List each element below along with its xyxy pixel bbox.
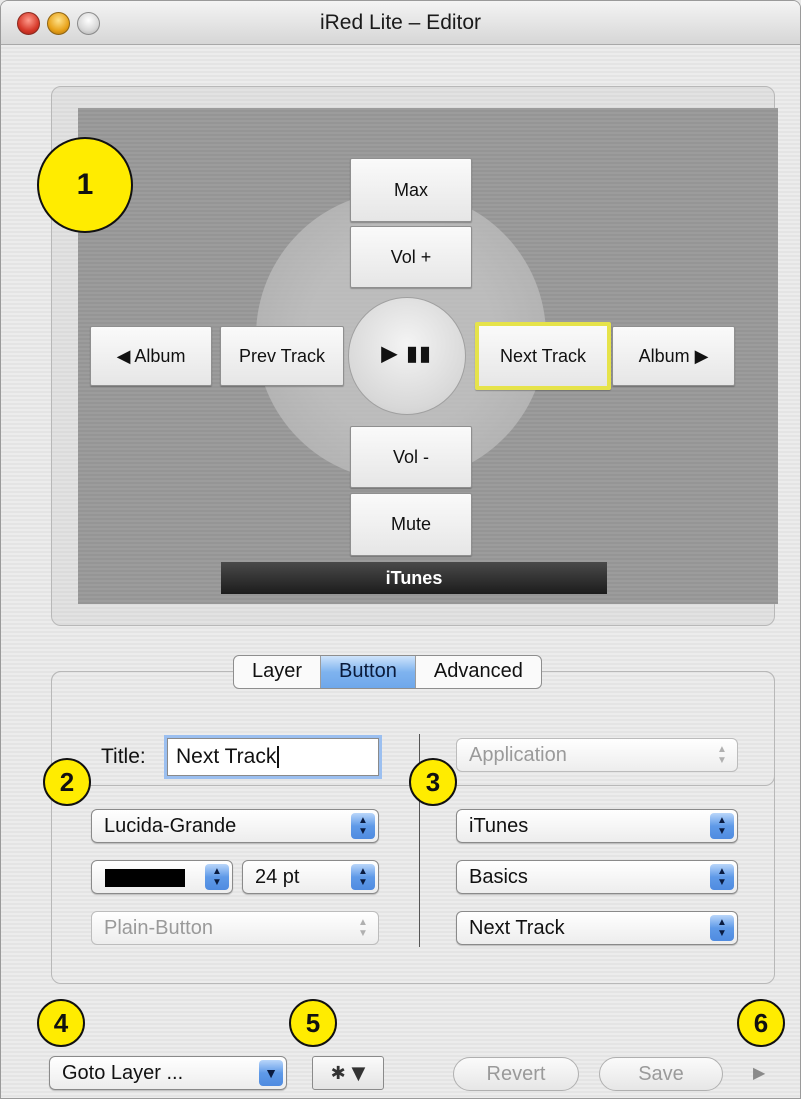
- application-label-bar: iTunes: [221, 562, 607, 594]
- gear-menu-button[interactable]: ✱ ▼: [312, 1056, 384, 1090]
- title-bar: iRed Lite – Editor: [1, 1, 800, 45]
- remote-button-vol-down[interactable]: Vol -: [350, 426, 472, 488]
- command-popup[interactable]: Next Track ▲ ▼: [456, 911, 738, 945]
- command-group-popup[interactable]: Basics ▲ ▼: [456, 860, 738, 894]
- font-popup[interactable]: Lucida-Grande ▲ ▼: [91, 809, 379, 843]
- popup-arrows-icon: ▲ ▼: [351, 864, 375, 890]
- callout-6: 6: [737, 999, 785, 1047]
- chevron-down-icon: ▼: [259, 1060, 283, 1086]
- callout-2: 2: [43, 758, 91, 806]
- remote-button-vol-up[interactable]: Vol +: [350, 226, 472, 288]
- tab-button[interactable]: Button: [321, 656, 416, 688]
- action-type-popup: Application ▲ ▼: [456, 738, 738, 772]
- action-type-value: Application: [469, 743, 567, 766]
- window-title: iRed Lite – Editor: [319, 11, 482, 34]
- font-popup-value: Lucida-Grande: [104, 814, 237, 837]
- callout-3: 3: [409, 758, 457, 806]
- title-label: Title:: [101, 745, 146, 768]
- popup-arrows-icon: ▲ ▼: [710, 915, 734, 941]
- gear-icon: ✱ ▼: [330, 1062, 366, 1084]
- goto-layer-value: Goto Layer ...: [62, 1061, 184, 1084]
- font-size-popup[interactable]: 24 pt ▲ ▼: [242, 860, 379, 894]
- callout-1: 1: [37, 137, 133, 233]
- popup-arrows-icon: ▲ ▼: [717, 744, 727, 766]
- text-caret: [277, 746, 280, 768]
- application-value: iTunes: [469, 814, 529, 837]
- button-style-value: Plain-Button: [104, 916, 213, 939]
- disclosure-triangle-icon[interactable]: ▶: [753, 1063, 765, 1082]
- save-button[interactable]: Save: [599, 1057, 723, 1091]
- editor-window: iRed Lite – Editor ▶ ▮▮ Max Vol + ◀ Albu…: [0, 0, 801, 1099]
- popup-arrows-icon: ▲ ▼: [710, 813, 734, 839]
- popup-arrows-icon: ▲ ▼: [351, 813, 375, 839]
- remote-button-next-track[interactable]: Next Track: [475, 322, 611, 390]
- tab-layer[interactable]: Layer: [234, 656, 322, 688]
- font-size-value: 24 pt: [255, 865, 300, 888]
- button-style-popup: Plain-Button ▲ ▼: [91, 911, 379, 945]
- tab-advanced[interactable]: Advanced: [416, 656, 541, 688]
- title-field-value: Next Track: [176, 745, 277, 768]
- popup-arrows-icon: ▲ ▼: [205, 864, 229, 890]
- callout-4: 4: [37, 999, 85, 1047]
- settings-tabs: Layer Button Advanced: [233, 655, 542, 689]
- callout-5: 5: [289, 999, 337, 1047]
- revert-button[interactable]: Revert: [453, 1057, 579, 1091]
- popup-arrows-icon: ▲ ▼: [710, 864, 734, 890]
- remote-button-album-next[interactable]: Album ▶: [612, 326, 735, 386]
- title-field[interactable]: Next Track: [167, 738, 379, 776]
- remote-button-max[interactable]: Max: [350, 158, 472, 222]
- color-popup[interactable]: ▲ ▼: [91, 860, 233, 894]
- remote-button-prev-track[interactable]: Prev Track: [220, 326, 344, 386]
- remote-button-mute[interactable]: Mute: [350, 493, 472, 556]
- remote-button-album-prev[interactable]: ◀ Album: [90, 326, 212, 386]
- application-popup[interactable]: iTunes ▲ ▼: [456, 809, 738, 843]
- play-pause-button[interactable]: ▶ ▮▮: [348, 341, 466, 366]
- color-swatch: [105, 869, 185, 887]
- command-group-value: Basics: [469, 865, 528, 888]
- popup-arrows-icon: ▲ ▼: [358, 917, 368, 939]
- goto-layer-popup[interactable]: Goto Layer ... ▼: [49, 1056, 287, 1090]
- command-value: Next Track: [469, 916, 565, 939]
